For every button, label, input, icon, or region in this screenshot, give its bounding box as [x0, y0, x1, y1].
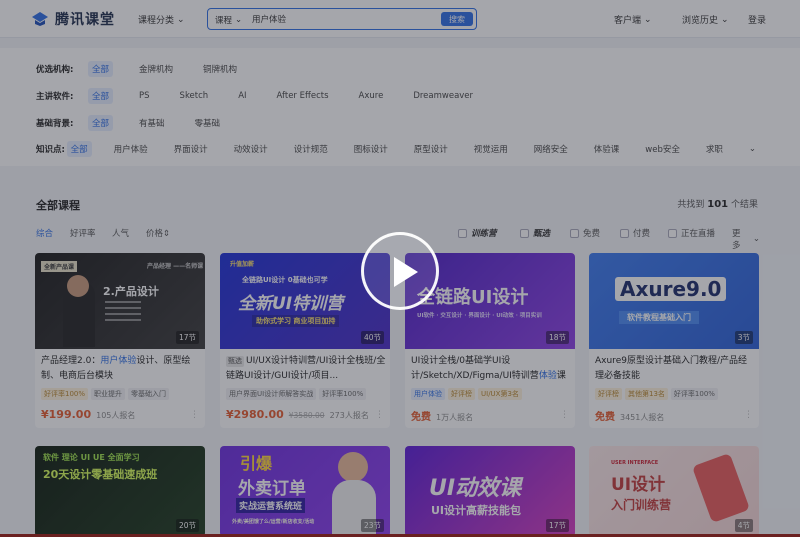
play-button[interactable]: [361, 232, 439, 310]
play-icon: [394, 257, 418, 287]
